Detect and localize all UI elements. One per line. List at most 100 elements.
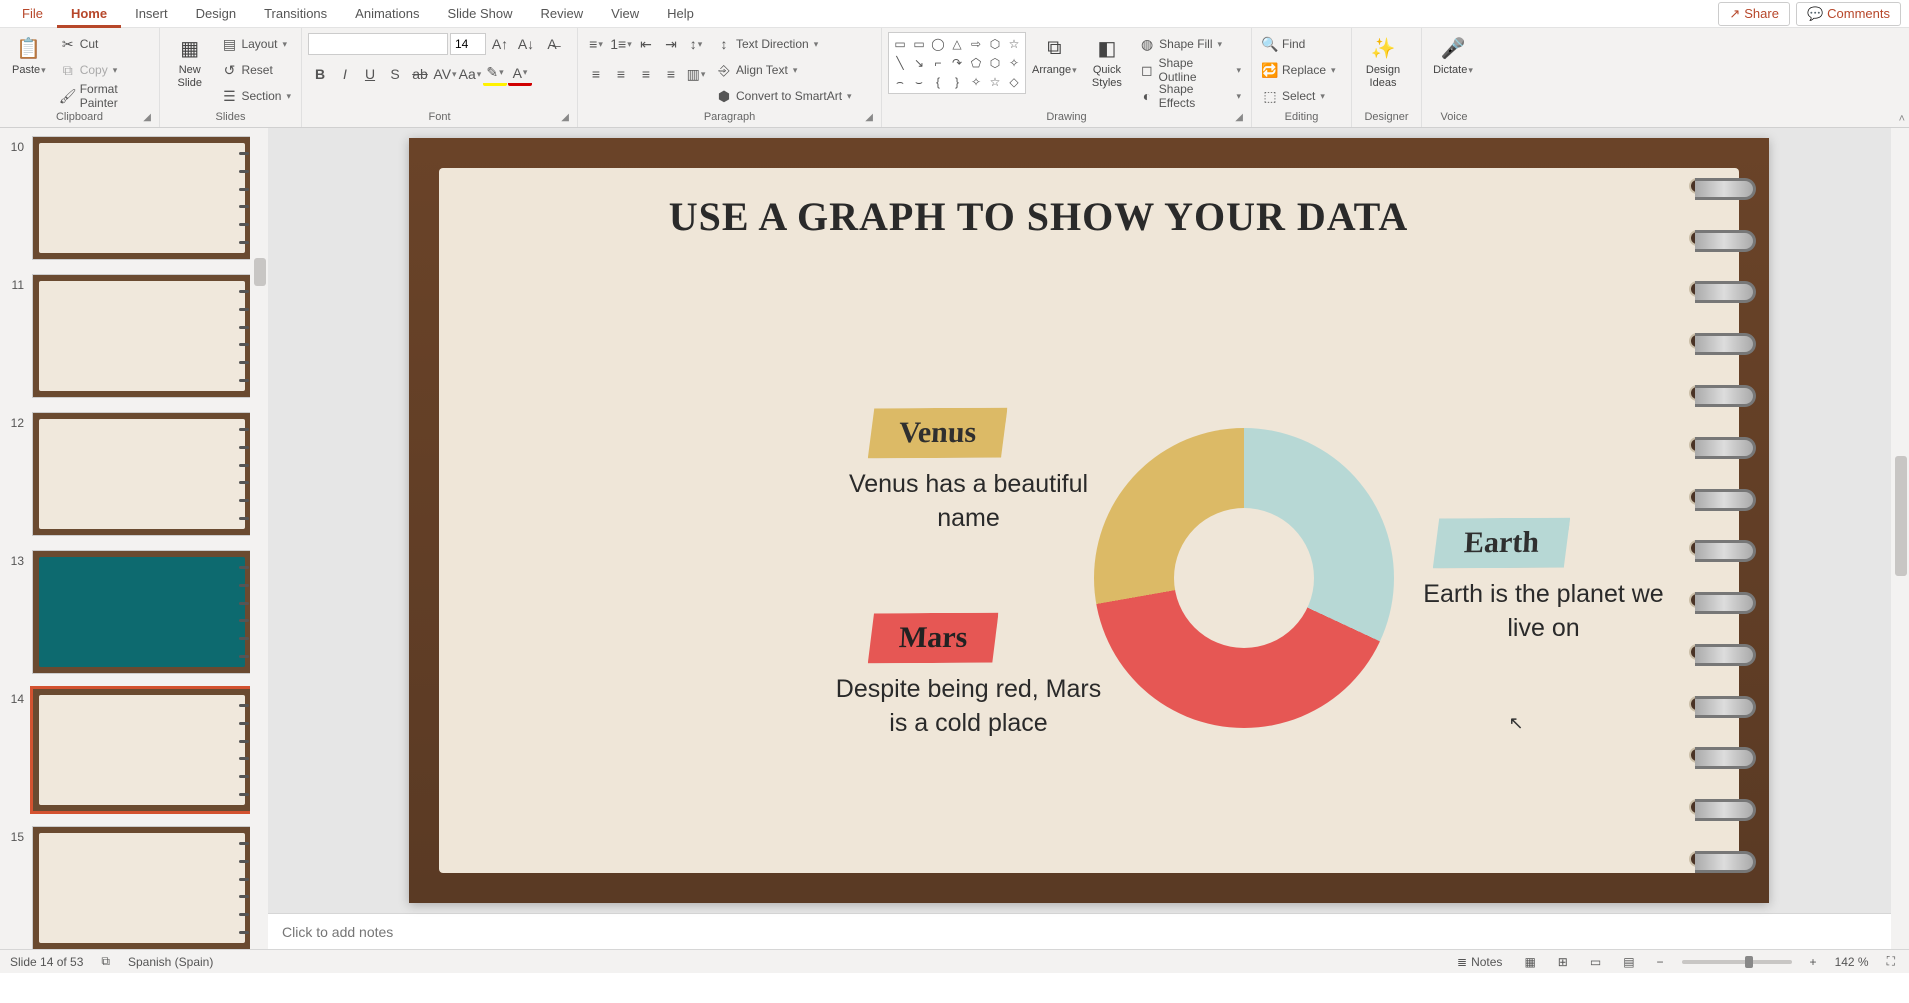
copy-button[interactable]: ⧉Copy▾ — [56, 58, 153, 82]
tab-slideshow[interactable]: Slide Show — [433, 0, 526, 28]
align-left-button[interactable]: ≡ — [584, 62, 608, 86]
layout-button[interactable]: ▤Layout▾ — [217, 32, 295, 56]
donut-chart[interactable] — [1094, 428, 1394, 728]
earth-description[interactable]: Earth is the planet we live on — [1404, 578, 1684, 646]
dictate-button[interactable]: 🎤Dictate▾ — [1428, 32, 1478, 79]
effects-icon: ◐ — [1139, 88, 1155, 104]
comments-button[interactable]: 💬Comments — [1796, 2, 1901, 26]
collapse-ribbon-button[interactable]: ˄ — [1899, 113, 1905, 125]
slide-thumbnail-12[interactable] — [32, 412, 252, 536]
tab-file[interactable]: File — [8, 0, 57, 28]
decrease-indent-button[interactable]: ⇤ — [634, 32, 658, 56]
find-button[interactable]: 🔍Find — [1258, 32, 1340, 56]
increase-font-button[interactable]: A↑ — [488, 32, 512, 56]
underline-button[interactable]: U — [358, 62, 382, 86]
spacing-button[interactable]: AV▾ — [433, 62, 457, 86]
font-name-input[interactable] — [308, 33, 448, 55]
earth-tape-label[interactable]: Earth — [1432, 518, 1569, 569]
slideshow-view-button[interactable]: ▤ — [1619, 955, 1638, 969]
change-case-button[interactable]: Aa▾ — [458, 62, 482, 86]
normal-view-button[interactable]: ▦ — [1520, 955, 1539, 969]
shadow-button[interactable]: S — [383, 62, 407, 86]
format-painter-button[interactable]: 🖌Format Painter — [56, 84, 153, 108]
font-dialog-launcher[interactable]: ◢ — [561, 112, 569, 123]
tab-animations[interactable]: Animations — [341, 0, 433, 28]
arrange-button[interactable]: ⧉Arrange▾ — [1030, 32, 1079, 79]
status-accessibility[interactable]: ⧉ — [97, 954, 114, 969]
slide-thumbnail-11[interactable] — [32, 274, 252, 398]
italic-button[interactable]: I — [333, 62, 357, 86]
numbering-button[interactable]: 1≡▾ — [609, 32, 633, 56]
shapes-gallery[interactable]: ▭▭◯△⇨⬡☆ ╲↘⌐↷⬠⬡✧ ⌢⌣{}✧☆◇ — [888, 32, 1026, 94]
zoom-slider[interactable] — [1682, 960, 1792, 964]
slide-thumbnail-10[interactable] — [32, 136, 252, 260]
tab-home[interactable]: Home — [57, 0, 121, 28]
increase-indent-button[interactable]: ⇥ — [659, 32, 683, 56]
replace-button[interactable]: 🔁Replace▾ — [1258, 58, 1340, 82]
notes-pane[interactable] — [268, 913, 1891, 949]
tab-transitions[interactable]: Transitions — [250, 0, 341, 28]
tab-insert[interactable]: Insert — [121, 0, 182, 28]
bold-button[interactable]: B — [308, 62, 332, 86]
tab-view[interactable]: View — [597, 0, 653, 28]
reading-view-button[interactable]: ▭ — [1586, 955, 1605, 969]
zoom-in-button[interactable]: + — [1806, 955, 1821, 969]
font-size-input[interactable] — [450, 33, 486, 55]
tab-design[interactable]: Design — [182, 0, 250, 28]
align-text-button[interactable]: ⎆Align Text▾ — [712, 58, 856, 82]
tab-help[interactable]: Help — [653, 0, 708, 28]
highlight-button[interactable]: ✎▾ — [483, 62, 507, 86]
slide-thumbnail-15[interactable] — [32, 826, 252, 949]
copy-icon: ⧉ — [60, 62, 76, 78]
slide-thumbnails-panel[interactable]: 10 11 12 13 14 15 16 — [0, 128, 268, 949]
section-button[interactable]: ☰Section▾ — [217, 84, 295, 108]
justify-button[interactable]: ≡ — [659, 62, 683, 86]
fit-to-window-button[interactable]: ⛶ — [1883, 954, 1899, 969]
slide-thumbnail-13[interactable] — [32, 550, 252, 674]
clipboard-dialog-launcher[interactable]: ◢ — [143, 112, 151, 123]
zoom-out-button[interactable]: − — [1653, 955, 1668, 969]
slide-title[interactable]: USE A GRAPH TO SHOW YOUR DATA — [409, 193, 1669, 240]
group-label-clipboard: Clipboard — [56, 111, 103, 123]
shape-effects-button[interactable]: ◐Shape Effects▾ — [1135, 84, 1245, 108]
cut-button[interactable]: ✂Cut — [56, 32, 153, 56]
venus-tape-label[interactable]: Venus — [867, 408, 1007, 459]
mars-tape-label[interactable]: Mars — [867, 613, 998, 664]
paragraph-dialog-launcher[interactable]: ◢ — [865, 112, 873, 123]
zoom-level[interactable]: 142 % — [1835, 955, 1869, 969]
select-button[interactable]: ⬚Select▾ — [1258, 84, 1340, 108]
clear-formatting-button[interactable]: A̶ — [540, 32, 564, 56]
quick-styles-button[interactable]: ◧Quick Styles — [1083, 32, 1131, 91]
slide-canvas[interactable]: USE A GRAPH TO SHOW YOUR DATA Venus Venu… — [409, 138, 1769, 903]
slide-thumbnail-14[interactable] — [32, 688, 252, 812]
text-direction-button[interactable]: ↕Text Direction▾ — [712, 32, 856, 56]
shape-outline-button[interactable]: ◻Shape Outline▾ — [1135, 58, 1245, 82]
notes-input[interactable] — [268, 914, 1891, 949]
shape-fill-button[interactable]: ◍Shape Fill▾ — [1135, 32, 1245, 56]
align-center-button[interactable]: ≡ — [609, 62, 633, 86]
paste-button[interactable]: 📋 Paste▾ — [6, 32, 52, 79]
group-label-paragraph: Paragraph — [704, 111, 755, 123]
venus-description[interactable]: Venus has a beautiful name — [829, 468, 1109, 536]
share-button[interactable]: ↗Share — [1718, 2, 1790, 26]
mars-description[interactable]: Despite being red, Mars is a cold place — [829, 673, 1109, 741]
status-language[interactable]: Spanish (Spain) — [128, 955, 213, 969]
decrease-font-button[interactable]: A↓ — [514, 32, 538, 56]
design-ideas-button[interactable]: ✨Design Ideas — [1358, 32, 1408, 91]
sorter-view-button[interactable]: ⊞ — [1554, 955, 1572, 969]
new-slide-button[interactable]: ▦ New Slide — [166, 32, 213, 91]
line-spacing-button[interactable]: ↕▾ — [684, 32, 708, 56]
convert-smartart-button[interactable]: ⬢Convert to SmartArt▾ — [712, 84, 856, 108]
tab-review[interactable]: Review — [527, 0, 598, 28]
align-right-button[interactable]: ≡ — [634, 62, 658, 86]
canvas-scrollbar[interactable] — [1891, 128, 1909, 949]
thumbnails-scrollbar[interactable] — [250, 128, 268, 949]
drawing-dialog-launcher[interactable]: ◢ — [1235, 112, 1243, 123]
notes-toggle-button[interactable]: ≣ Notes — [1453, 955, 1506, 969]
font-color-button[interactable]: A▾ — [508, 62, 532, 86]
strikethrough-button[interactable]: ab — [408, 62, 432, 86]
group-label-drawing: Drawing — [1046, 111, 1086, 123]
bullets-button[interactable]: ≡▾ — [584, 32, 608, 56]
columns-button[interactable]: ▥▾ — [684, 62, 708, 86]
reset-button[interactable]: ↺Reset — [217, 58, 295, 82]
